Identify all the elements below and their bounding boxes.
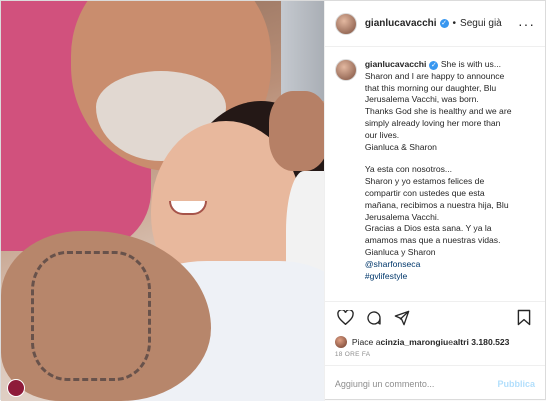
caption-line: Thanks God she is healthy and we are — [364, 106, 512, 117]
liker-username[interactable]: cinzia_marongiu — [380, 337, 448, 347]
caption-line: She is with us... — [440, 59, 502, 69]
author-avatar[interactable] — [334, 12, 357, 35]
likes-prefix: Piace a — [351, 337, 381, 347]
hashtag-link[interactable]: #gvlifestyle — [365, 271, 512, 283]
caption-line: our lives. — [364, 129, 400, 140]
caption-gap — [365, 153, 512, 164]
caption-avatar[interactable] — [334, 59, 357, 81]
tattoo — [31, 251, 151, 381]
tagged-user-badge[interactable] — [7, 379, 25, 397]
caption-line: simply already loving her more than — [364, 117, 501, 128]
author-username[interactable]: gianlucavacchi — [365, 18, 437, 29]
heart-icon[interactable] — [335, 307, 357, 329]
tattooed-hand-top — [269, 91, 324, 171]
action-bar — [324, 301, 545, 333]
caption-verified-badge-icon: ✓ — [429, 61, 439, 70]
caption-line: Jerusalema Vacchi, was born. — [364, 94, 479, 105]
likes-count[interactable]: altri 3.180.523 — [453, 337, 509, 347]
more-options-icon[interactable]: ··· — [518, 16, 535, 32]
liker-avatar[interactable] — [334, 336, 347, 348]
caption-line: mañana, recibimos a nuestra hija, Blu — [364, 199, 509, 210]
comment-icon[interactable] — [363, 307, 385, 329]
caption-first-line: gianlucavacchi ✓ She is with us... — [365, 59, 512, 71]
caption-line: Ya esta con nosotros... — [364, 164, 453, 175]
caption-line: Jerusalema Vacchi. — [364, 211, 440, 222]
mention-link[interactable]: @sharfonseca — [365, 259, 512, 271]
instagram-post: gianlucavacchi ✓ • Segui già ··· gianluc… — [0, 0, 546, 401]
following-button[interactable]: Segui già — [460, 18, 502, 29]
caption-line: Gianluca & Sharon — [364, 141, 437, 152]
post-photo[interactable] — [1, 1, 324, 401]
caption-area: gianlucavacchi ✓ She is with us... Sharon… — [325, 47, 545, 301]
comment-input[interactable]: Aggiungi un commento... — [335, 379, 435, 389]
post-timestamp[interactable]: 18 ORE FA — [325, 351, 545, 365]
caption-line: Gracias a Dios esta sana. Y ya la — [364, 223, 492, 234]
caption-line: that this morning our daughter, Blu — [364, 82, 497, 93]
post-sidebar: gianlucavacchi ✓ • Segui già ··· gianluc… — [323, 1, 545, 401]
header-separator: • — [452, 18, 457, 29]
caption-line: amamos mas que a nuestras vidas. — [364, 235, 501, 246]
bookmark-icon[interactable] — [513, 307, 535, 329]
caption-line: Gianluca y Sharon — [364, 246, 436, 257]
caption-text: gianlucavacchi ✓ She is with us... Sharon… — [365, 59, 512, 301]
verified-badge-icon: ✓ — [439, 19, 449, 28]
likes-summary: Piace a cinzia_marongiu e altri 3.180.52… — [325, 333, 545, 351]
caption-line: Sharon y yo estamos felices de — [364, 176, 485, 187]
caption-line: compartir con ustedes que esta — [364, 187, 485, 198]
comment-box: Aggiungi un commento... Pubblica — [324, 365, 545, 401]
publish-button[interactable]: Pubblica — [497, 379, 535, 389]
share-icon[interactable] — [391, 307, 413, 329]
bed-frame — [281, 1, 324, 101]
caption-line: Sharon and I are happy to announce — [364, 70, 505, 81]
caption-username[interactable]: gianlucavacchi — [365, 59, 427, 69]
post-header: gianlucavacchi ✓ • Segui già ··· — [324, 1, 545, 47]
